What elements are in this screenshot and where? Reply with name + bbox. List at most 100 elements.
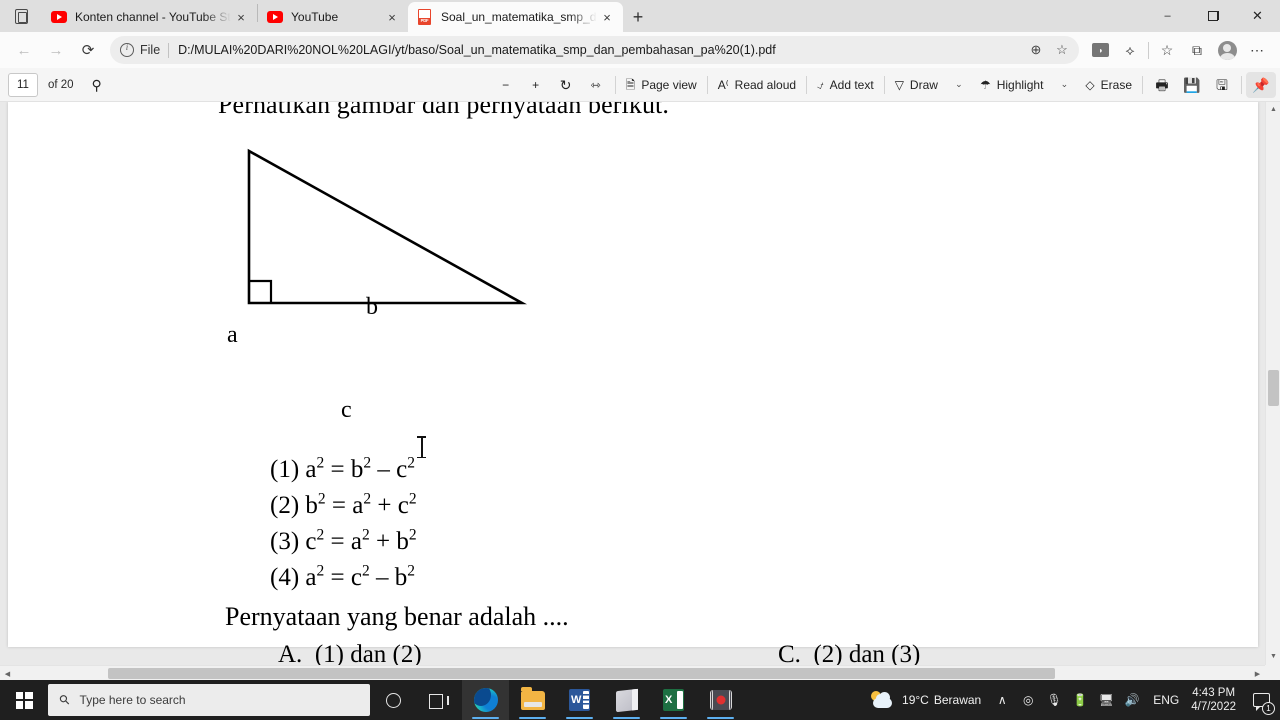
search-icon[interactable]: ⚲	[82, 72, 112, 98]
collections-puzzle-icon[interactable]: ⟡	[1115, 35, 1145, 65]
pin-icon[interactable]: 📌	[1246, 71, 1276, 98]
scroll-down-icon[interactable]: ▼	[1266, 649, 1280, 664]
extension-badge-icon[interactable]: ◑	[1085, 35, 1115, 65]
start-button[interactable]	[0, 680, 48, 720]
add-text-label: Add text	[829, 77, 874, 92]
scroll-up-icon[interactable]: ▲	[1266, 102, 1280, 117]
minimize-button[interactable]: –	[1145, 0, 1190, 32]
read-aloud-button[interactable]: A⁽ Read aloud	[712, 72, 802, 98]
address-bar[interactable]: File D:/MULAI%20DARI%20NOL%20LAGI/yt/bas…	[110, 36, 1079, 64]
option-letter: C.	[778, 641, 801, 668]
tab-youtube[interactable]: YouTube ×	[258, 2, 408, 32]
toolbar-divider	[883, 75, 885, 94]
page-number-input[interactable]: 11	[8, 72, 38, 97]
page-view-label: Page view	[641, 77, 697, 92]
tab-youtube-studio[interactable]: Konten channel - YouTube Studi ×	[42, 2, 257, 32]
info-icon[interactable]	[120, 42, 134, 57]
onenote-taskbar-button[interactable]	[603, 680, 650, 720]
excel-taskbar-button[interactable]: X	[650, 680, 697, 720]
scheme-label: File	[140, 43, 161, 57]
navigation-bar: ← → ⟳ File D:/MULAI%20DARI%20NOL%20LAGI/…	[0, 32, 1280, 68]
save-as-icon[interactable]: 🖫	[1207, 72, 1237, 98]
tab-close-icon[interactable]: ×	[231, 7, 251, 27]
close-button[interactable]: ✕	[1235, 0, 1280, 32]
zoom-in-button[interactable]: +	[521, 72, 551, 98]
horizontal-scrollbar[interactable]: ◀ ▶	[0, 665, 1280, 680]
webcam-tray-icon[interactable]: ◎	[1015, 680, 1041, 720]
tab-title: Konten channel - YouTube Studi	[75, 10, 231, 24]
show-hidden-icons-button[interactable]: ∧	[989, 680, 1015, 720]
highlight-options-chevron[interactable]: ⌄	[1049, 72, 1079, 98]
toolbar-divider	[614, 75, 616, 94]
draw-options-chevron[interactable]: ⌄	[944, 72, 974, 98]
settings-more-icon[interactable]: ⋯	[1242, 35, 1272, 65]
statement-lhs-exp: 2	[317, 490, 326, 508]
zoom-out-button[interactable]: −	[491, 72, 521, 98]
pdf-viewport[interactable]: Perhatikan gambar dan pernyataan berikut…	[0, 102, 1280, 680]
draw-button[interactable]: ▽ Draw	[889, 72, 944, 98]
add-favorite-icon[interactable]: ☆	[1049, 38, 1075, 62]
favorites-icon[interactable]: ☆	[1152, 35, 1182, 65]
fit-to-width-icon[interactable]: ⇿	[581, 72, 611, 98]
language-indicator[interactable]: ENG	[1145, 693, 1187, 707]
file-explorer-taskbar-button[interactable]	[509, 680, 556, 720]
page-view-button[interactable]: 🗎 Page view	[620, 72, 703, 98]
forward-button[interactable]: →	[40, 35, 72, 65]
erase-button[interactable]: ◇ Erase	[1079, 72, 1138, 98]
print-icon[interactable]: 🖶	[1147, 72, 1177, 98]
toolbar-divider	[806, 75, 808, 94]
task-view-icon	[429, 693, 449, 709]
page-view-icon: 🗎	[625, 77, 636, 92]
scroll-right-icon[interactable]: ▶	[1250, 666, 1265, 681]
notification-count-badge: 1	[1262, 702, 1275, 715]
action-center-button[interactable]: 1	[1246, 680, 1276, 720]
statement-term2: b	[396, 528, 409, 555]
collections-icon[interactable]: ⧉	[1182, 35, 1212, 65]
statement-term1: c	[350, 564, 362, 591]
cortana-button[interactable]	[370, 680, 416, 720]
edge-taskbar-button[interactable]	[462, 680, 509, 720]
weather-widget[interactable]: 19°C Berawan	[862, 691, 989, 709]
word-taskbar-button[interactable]: W	[556, 680, 603, 720]
microphone-tray-icon[interactable]: 🎙	[1041, 680, 1067, 720]
statement-operator: –	[375, 564, 389, 591]
question-heading: Perhatikan gambar dan pernyataan berikut…	[218, 102, 669, 119]
vertical-scroll-thumb[interactable]	[1268, 370, 1279, 406]
browser-toolbar-icons: ◑ ⟡ ☆ ⧉ ⋯	[1085, 35, 1272, 65]
rotate-icon[interactable]: ↻	[551, 72, 581, 98]
file-explorer-taskbar-icon	[520, 687, 545, 710]
avatar[interactable]	[1212, 35, 1242, 65]
tab-close-icon[interactable]: ×	[382, 7, 402, 27]
statement-term2-exp: 2	[407, 562, 415, 580]
battery-tray-icon[interactable]: 🔋	[1067, 680, 1093, 720]
scroll-left-icon[interactable]: ◀	[0, 666, 15, 681]
tab-title: Soal_un_matematika_smp_dan_p	[441, 10, 597, 24]
restore-button[interactable]	[1190, 0, 1235, 32]
highlight-button[interactable]: ☂ Highlight	[974, 72, 1049, 98]
triangle-label-b: b	[366, 294, 378, 320]
horizontal-scroll-thumb[interactable]	[108, 668, 1055, 679]
system-tray: 19°C Berawan ∧ ◎ 🎙 🔋 🖥 🔊 ENG 4:43 PM 4/7…	[862, 680, 1280, 720]
taskbar-search-input[interactable]: ⚲ Type here to search	[48, 684, 370, 716]
tab-pdf-document[interactable]: Soal_un_matematika_smp_dan_p ×	[408, 2, 623, 32]
screen-recorder-taskbar-button[interactable]	[697, 680, 744, 720]
statement-equals: =	[331, 492, 347, 519]
back-button[interactable]: ←	[8, 35, 40, 65]
vertical-scrollbar[interactable]: ▲ ▼	[1265, 102, 1280, 680]
zoom-in-icon[interactable]: ⊕	[1023, 38, 1049, 62]
tab-close-icon[interactable]: ×	[597, 7, 617, 27]
tab-title: YouTube	[291, 10, 339, 24]
new-tab-button[interactable]: +	[623, 3, 653, 31]
network-tray-icon[interactable]: 🖥	[1093, 680, 1119, 720]
taskbar-clock[interactable]: 4:43 PM 4/7/2022	[1187, 686, 1246, 714]
statement-term1: a	[352, 492, 364, 519]
draw-pen-icon: ▽	[894, 77, 904, 92]
reload-button[interactable]: ⟳	[72, 35, 104, 65]
tab-search-button[interactable]	[0, 0, 42, 32]
add-text-button[interactable]: ⍻ Add text	[811, 72, 880, 98]
volume-tray-icon[interactable]: 🔊	[1119, 680, 1145, 720]
pdf-page: Perhatikan gambar dan pernyataan berikut…	[8, 102, 1258, 668]
save-icon[interactable]: 💾	[1177, 72, 1207, 98]
statement-row: (3) c2 = a2 + b2	[270, 524, 417, 560]
task-view-button[interactable]	[416, 680, 462, 720]
